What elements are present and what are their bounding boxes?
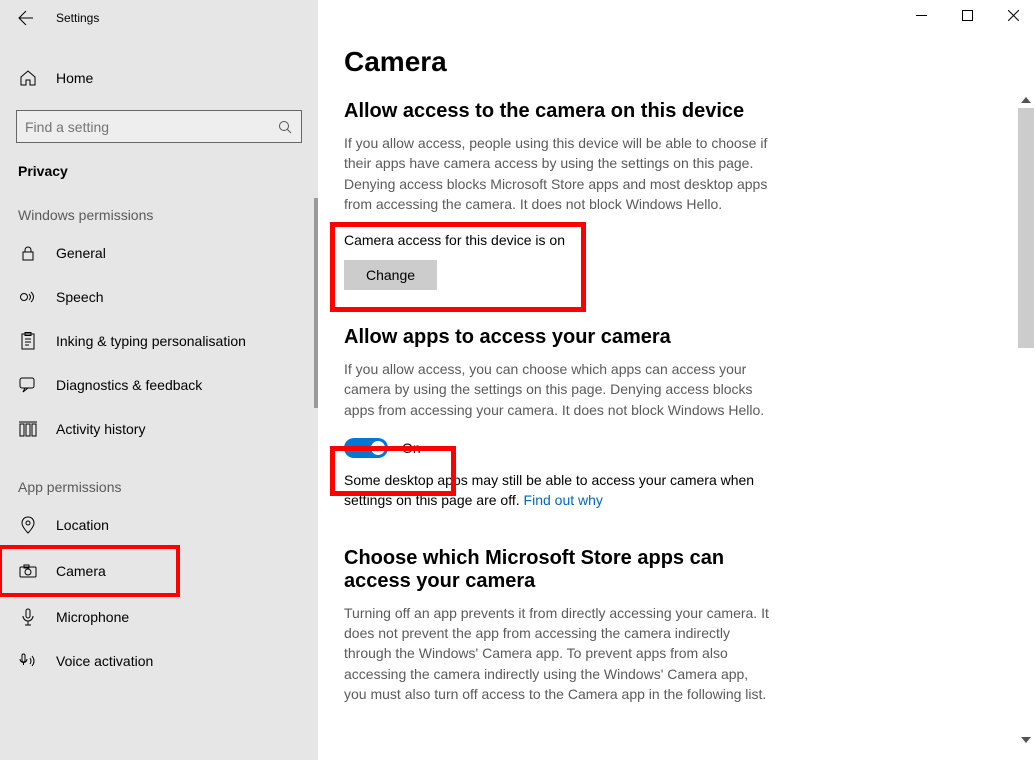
maximize-icon <box>962 10 973 21</box>
sidebar-item-label: Activity history <box>56 421 145 437</box>
scroll-thumb[interactable] <box>1018 108 1034 348</box>
section-windows-permissions: Windows permissions <box>0 179 318 231</box>
sidebar-item-camera[interactable]: Camera <box>0 547 178 595</box>
sidebar-item-location[interactable]: Location <box>0 503 318 547</box>
sidebar-item-inking[interactable]: Inking & typing personalisation <box>0 319 318 363</box>
content-area: Camera Allow access to the camera on thi… <box>318 0 798 704</box>
device-access-status: Camera access for this device is on <box>344 232 565 248</box>
apps-access-toggle-row: On <box>344 438 772 458</box>
sidebar-item-label: Location <box>56 517 109 533</box>
sidebar-item-label: Voice activation <box>56 653 153 669</box>
speech-icon <box>18 287 38 307</box>
sidebar-item-label: Microphone <box>56 609 129 625</box>
camera-icon <box>18 561 38 581</box>
search-input[interactable] <box>25 119 265 135</box>
back-button[interactable] <box>8 0 44 36</box>
minimize-icon <box>916 10 927 21</box>
section-store-apps-title: Choose which Microsoft Store apps can ac… <box>344 547 772 593</box>
scroll-down-button[interactable] <box>1018 732 1034 748</box>
sidebar-item-diagnostics[interactable]: Diagnostics & feedback <box>0 363 318 407</box>
apps-access-toggle[interactable] <box>344 438 388 458</box>
category-label: Privacy <box>0 143 318 179</box>
search-icon <box>277 119 293 135</box>
section-device-access-title: Allow access to the camera on this devic… <box>344 100 772 123</box>
sidebar-home-label: Home <box>56 70 93 86</box>
home-icon <box>18 68 38 88</box>
titlebar: Settings <box>0 0 318 36</box>
sidebar-item-speech[interactable]: Speech <box>0 275 318 319</box>
sidebar-item-label: Diagnostics & feedback <box>56 377 202 393</box>
window-title: Settings <box>56 11 99 25</box>
sidebar-item-label: General <box>56 245 106 261</box>
sidebar-item-label: Speech <box>56 289 103 305</box>
page-title: Camera <box>344 46 772 78</box>
clipboard-icon <box>18 331 38 351</box>
section-store-apps-body: Turning off an app prevents it from dire… <box>344 603 772 704</box>
microphone-icon <box>18 607 38 627</box>
change-button[interactable]: Change <box>344 260 437 290</box>
sidebar-item-label: Inking & typing personalisation <box>56 333 246 349</box>
chevron-down-icon <box>1021 737 1031 743</box>
sidebar: Settings Home Privacy Windows permission… <box>0 0 318 760</box>
voice-icon <box>18 651 38 671</box>
section-apps-access-body: If you allow access, you can choose whic… <box>344 359 772 420</box>
lock-icon <box>18 243 38 263</box>
main-scrollbar[interactable] <box>1018 92 1034 748</box>
sidebar-item-activity-history[interactable]: Activity history <box>0 407 318 451</box>
window-controls <box>898 0 1036 30</box>
history-icon <box>18 419 38 439</box>
main-content: Camera Allow access to the camera on thi… <box>318 0 1036 760</box>
section-app-permissions: App permissions <box>0 451 318 503</box>
apps-access-toggle-label: On <box>402 440 421 456</box>
sidebar-home[interactable]: Home <box>0 58 318 98</box>
close-button[interactable] <box>990 0 1036 30</box>
section-apps-access-title: Allow apps to access your camera <box>344 326 772 349</box>
search-box[interactable] <box>16 110 302 143</box>
section-device-access-body: If you allow access, people using this d… <box>344 133 772 214</box>
maximize-button[interactable] <box>944 0 990 30</box>
device-access-row: Camera access for this device is on Chan… <box>344 232 772 290</box>
arrow-left-icon <box>18 10 34 26</box>
sidebar-item-microphone[interactable]: Microphone <box>0 595 318 639</box>
minimize-button[interactable] <box>898 0 944 30</box>
sidebar-item-label: Camera <box>56 563 106 579</box>
close-icon <box>1008 10 1019 21</box>
apps-access-note: Some desktop apps may still be able to a… <box>344 470 772 511</box>
scroll-up-button[interactable] <box>1018 92 1034 108</box>
chevron-up-icon <box>1021 97 1031 103</box>
find-out-why-link[interactable]: Find out why <box>524 492 603 508</box>
location-icon <box>18 515 38 535</box>
feedback-icon <box>18 375 38 395</box>
sidebar-item-voice-activation[interactable]: Voice activation <box>0 639 318 683</box>
sidebar-item-general[interactable]: General <box>0 231 318 275</box>
